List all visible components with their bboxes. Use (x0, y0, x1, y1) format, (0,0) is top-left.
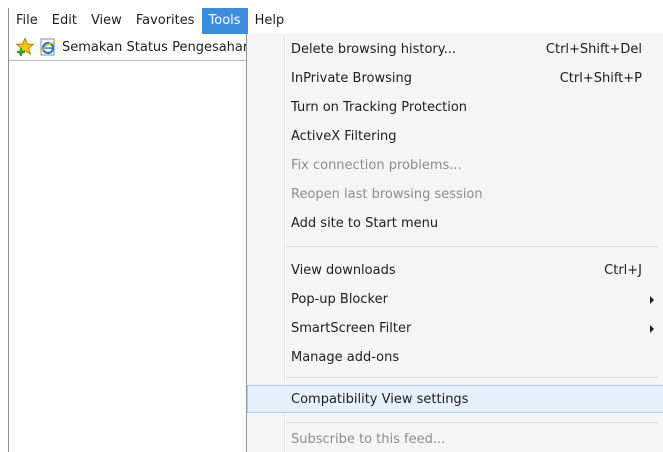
menu-item-add-site-to-start[interactable]: Add site to Start menu (248, 210, 658, 238)
menu-item-label: Reopen last browsing session (291, 187, 483, 202)
menu-item-reopen-last-session: Reopen last browsing session (248, 181, 658, 209)
menu-view[interactable]: View (84, 8, 129, 34)
menu-item-label: Manage add-ons (291, 350, 400, 365)
menu-item-popup-blocker[interactable]: Pop-up Blocker (248, 286, 658, 314)
menu-item-activex-filtering[interactable]: ActiveX Filtering (248, 123, 658, 151)
menu-item-label: InPrivate Browsing (291, 71, 412, 86)
menu-item-label: Fix connection problems... (291, 158, 462, 173)
browser-window: File Edit View Favorites Tools Help Sema… (0, 0, 663, 452)
menu-item-shortcut: Ctrl+J (604, 263, 642, 278)
window-edge (8, 8, 9, 452)
menu-item-subscribe-feed: Subscribe to this feed... (248, 426, 658, 452)
menu-item-shortcut: Ctrl+Shift+P (559, 71, 642, 86)
favorites-star-icon[interactable] (15, 37, 35, 57)
menu-separator (286, 246, 658, 247)
tools-dropdown-menu: Delete browsing history... Ctrl+Shift+De… (246, 34, 663, 452)
menu-item-label: Add site to Start menu (291, 216, 439, 231)
menu-favorites[interactable]: Favorites (129, 8, 202, 34)
menu-item-label: Turn on Tracking Protection (291, 100, 468, 115)
menu-item-label: Pop-up Blocker (291, 292, 388, 307)
ie-page-icon[interactable] (39, 38, 57, 56)
menu-item-label: SmartScreen Filter (291, 321, 412, 336)
menu-separator (286, 377, 658, 378)
menu-help[interactable]: Help (248, 8, 292, 34)
menu-item-label: View downloads (291, 263, 396, 278)
favorites-bar: Semakan Status Pengesahan (9, 34, 249, 60)
menu-bar: File Edit View Favorites Tools Help (9, 8, 663, 34)
menu-file[interactable]: File (9, 8, 45, 34)
menu-item-label: Compatibility View settings (291, 392, 469, 407)
menu-item-fix-connection-problems: Fix connection problems... (248, 152, 658, 180)
menu-tools[interactable]: Tools (201, 8, 248, 34)
favorite-link-semakan-status[interactable]: Semakan Status Pengesahan (62, 40, 249, 55)
menu-item-label: Delete browsing history... (291, 42, 457, 57)
menu-item-label: ActiveX Filtering (291, 129, 397, 144)
menu-item-inprivate-browsing[interactable]: InPrivate Browsing Ctrl+Shift+P (248, 65, 658, 93)
menu-item-smartscreen-filter[interactable]: SmartScreen Filter (248, 315, 658, 343)
menu-item-view-downloads[interactable]: View downloads Ctrl+J (248, 257, 658, 285)
submenu-arrow-icon (650, 325, 654, 333)
menu-edit[interactable]: Edit (45, 8, 84, 34)
menu-item-manage-add-ons[interactable]: Manage add-ons (248, 344, 658, 372)
menu-item-label: Subscribe to this feed... (291, 432, 446, 447)
menu-item-compatibility-view-settings[interactable]: Compatibility View settings (247, 385, 663, 413)
menu-item-tracking-protection[interactable]: Turn on Tracking Protection (248, 94, 658, 122)
menu-item-shortcut: Ctrl+Shift+Del (545, 42, 642, 57)
submenu-arrow-icon (650, 296, 654, 304)
favorites-bar-divider (9, 60, 249, 61)
menu-item-delete-browsing-history[interactable]: Delete browsing history... Ctrl+Shift+De… (248, 36, 658, 64)
menu-separator (286, 422, 658, 423)
